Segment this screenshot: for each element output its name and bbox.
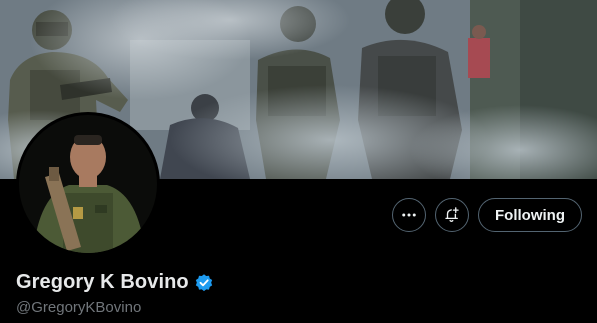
more-button[interactable] [392,198,427,232]
more-horizontal-icon [400,206,418,224]
notifications-button[interactable] [435,198,470,232]
profile-actions: Following [392,198,582,232]
verified-badge-icon[interactable] [194,273,214,293]
profile-handle: @GregoryKBovino [16,299,142,316]
profile-name-row: Gregory K Bovino [16,271,214,294]
following-button[interactable]: Following [478,198,582,232]
bell-plus-icon [443,206,461,224]
display-name: Gregory K Bovino [16,271,189,293]
avatar-photo [19,115,157,253]
profile-avatar[interactable] [16,112,160,256]
